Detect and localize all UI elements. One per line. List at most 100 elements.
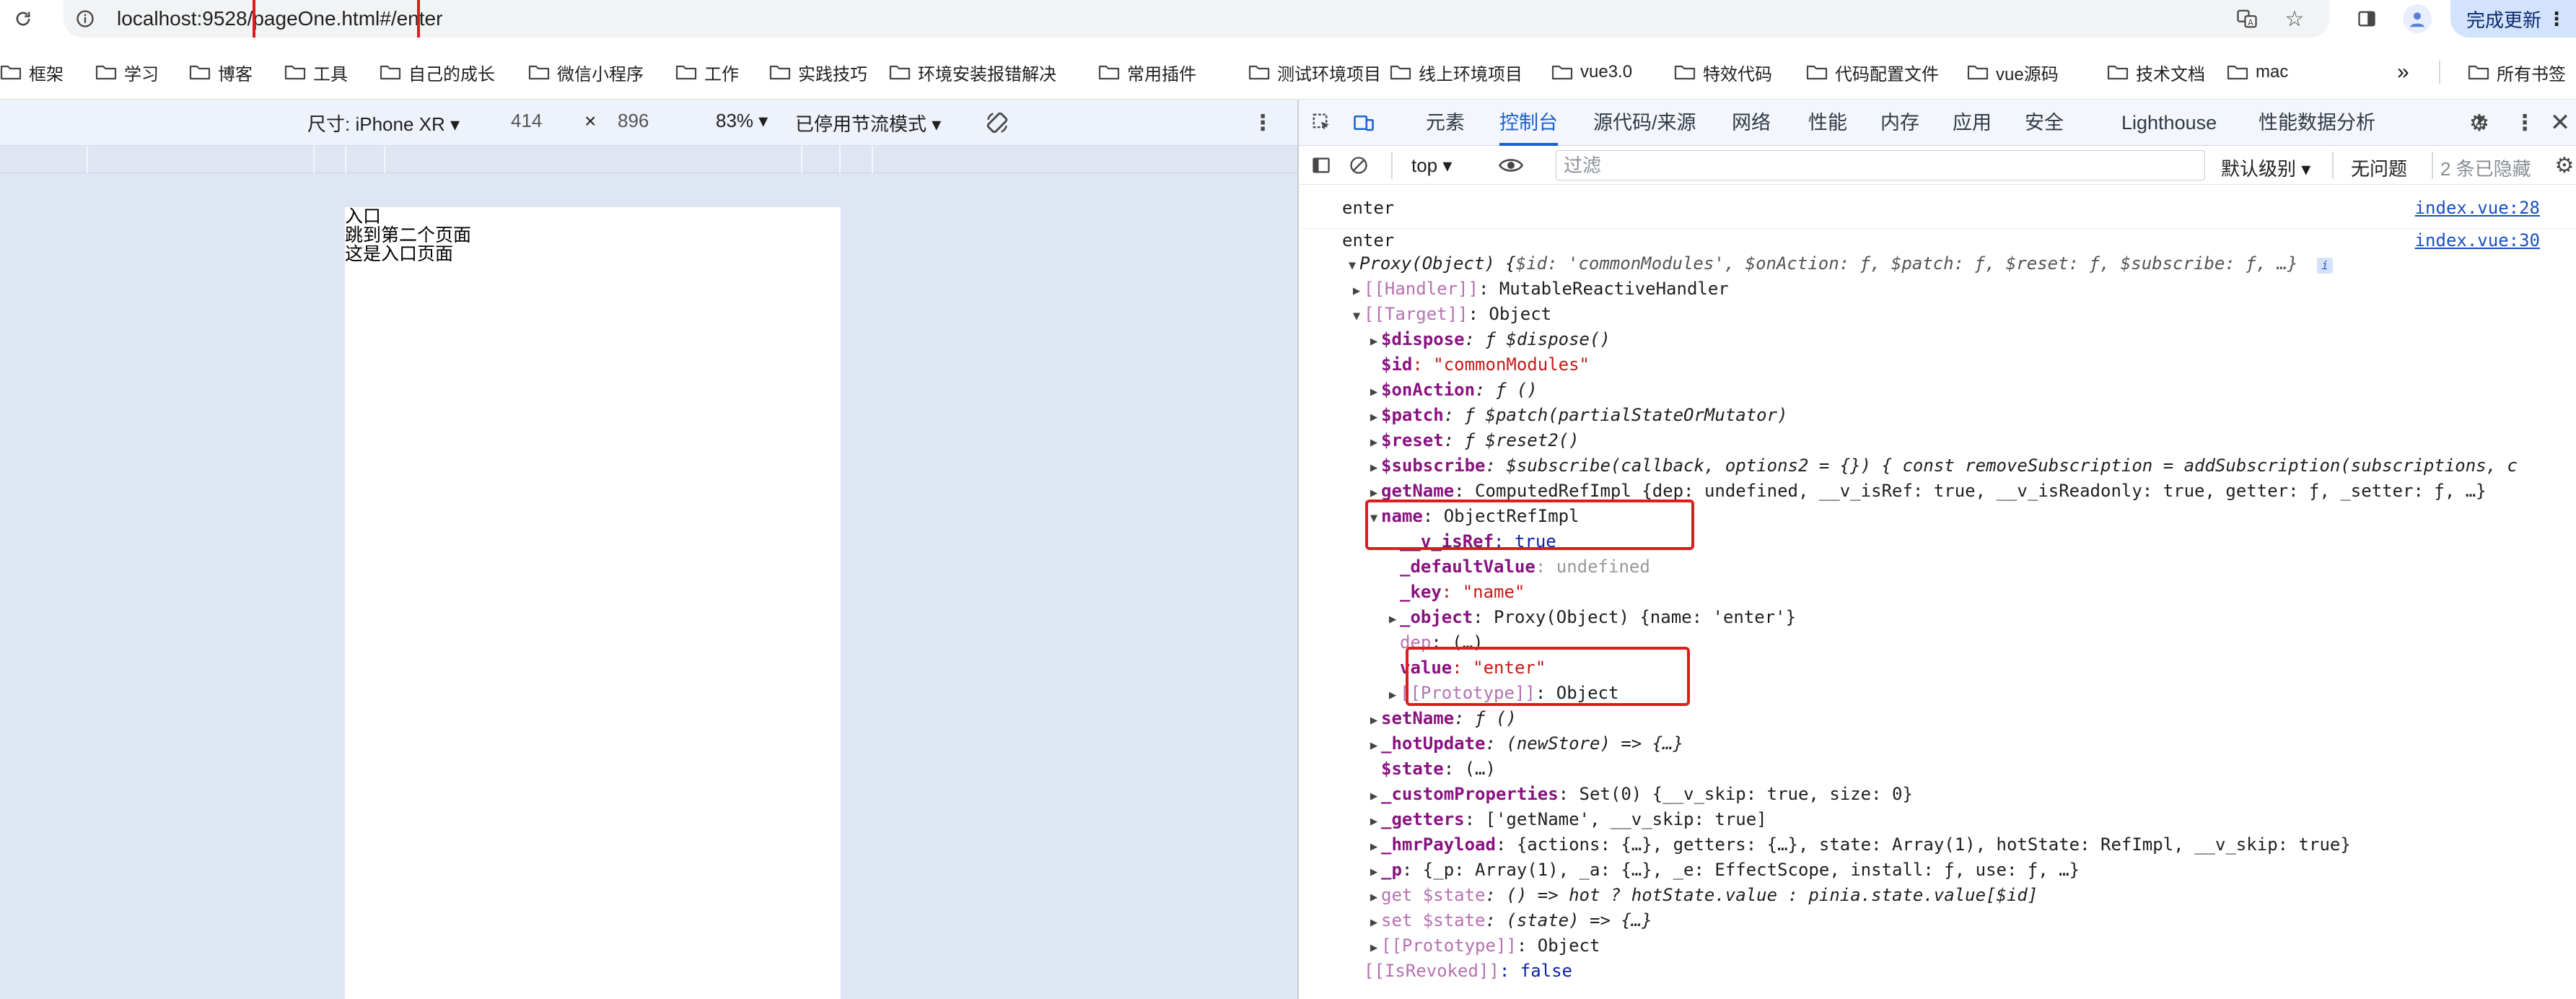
object-property-row[interactable]: ▶ setName: ƒ () bbox=[1367, 706, 1517, 731]
throttle-select[interactable]: 已停用节流模式 ▾ bbox=[795, 110, 941, 136]
collapsed-triangle-icon[interactable]: ▶ bbox=[1367, 834, 1381, 860]
console-message-text: enter bbox=[1342, 198, 1395, 218]
devtools-tab[interactable]: 性能数据分析 bbox=[2259, 100, 2375, 146]
side-panel-icon[interactable] bbox=[2354, 6, 2380, 32]
collapsed-triangle-icon[interactable]: ▶ bbox=[1385, 683, 1400, 708]
bookmark-folder[interactable]: 代码配置文件 bbox=[1806, 58, 1939, 87]
object-property-row[interactable]: ▶ get $state: () => hot ? hotState.value … bbox=[1367, 883, 2038, 908]
collapsed-triangle-icon[interactable]: ▶ bbox=[1367, 860, 1381, 885]
console-source-link[interactable]: index.vue:30 bbox=[2415, 228, 2540, 253]
devtools-tab[interactable]: 安全 bbox=[2025, 100, 2064, 146]
bookmark-folder[interactable]: 常用插件 bbox=[1098, 58, 1196, 87]
collapsed-triangle-icon[interactable]: ▶ bbox=[1367, 405, 1381, 430]
sidebar-toggle-icon[interactable] bbox=[1309, 153, 1333, 178]
collapsed-triangle-icon[interactable]: ▶ bbox=[1367, 455, 1381, 481]
console-filter-input[interactable]: 过滤 bbox=[1556, 150, 2205, 180]
expanded-triangle-icon[interactable]: ▼ bbox=[1349, 304, 1364, 329]
console-source-link[interactable]: index.vue:28 bbox=[2415, 196, 2540, 221]
site-info-icon[interactable] bbox=[72, 6, 98, 32]
device-size-select[interactable]: 尺寸: iPhone XR ▾ bbox=[307, 110, 460, 136]
close-devtools-icon[interactable]: ✕ bbox=[2546, 108, 2575, 137]
collapsed-triangle-icon[interactable]: ▶ bbox=[1367, 733, 1381, 759]
object-property-row[interactable]: ▶ _p: {_p: Array(1), _a: {…}, _e: EffectS… bbox=[1367, 858, 2080, 883]
all-bookmarks-folder[interactable]: 所有书签 bbox=[2468, 58, 2566, 87]
bookmark-folder[interactable]: mac bbox=[2227, 58, 2288, 87]
object-property-row[interactable]: ▶ [[Prototype]]: Object bbox=[1367, 933, 1600, 959]
object-property-row[interactable]: ▶ _object: Proxy(Object) {name: 'enter'} bbox=[1385, 605, 1796, 630]
devtools-tab[interactable]: 源代码/来源 bbox=[1593, 100, 1696, 146]
folder-icon bbox=[1674, 64, 1696, 80]
proxy-object-header[interactable]: ▼ Proxy(Object) {$id: 'commonModules', $o… bbox=[1345, 251, 2333, 276]
bookmark-folder[interactable]: 框架 bbox=[0, 58, 63, 87]
zoom-select[interactable]: 83% ▾ bbox=[716, 110, 768, 132]
bookmark-folder[interactable]: 工作 bbox=[675, 58, 739, 87]
object-property-row[interactable]: ▶ [[Handler]]: MutableReactiveHandler bbox=[1349, 276, 1729, 302]
avatar[interactable] bbox=[2403, 4, 2432, 33]
devtools-tab[interactable]: 元素 bbox=[1426, 100, 1465, 146]
object-property-row[interactable]: ▶ $subscribe: $subscribe(callback, option… bbox=[1367, 453, 2518, 479]
devtools-tab[interactable]: 控制台 bbox=[1499, 100, 1558, 146]
collapsed-triangle-icon[interactable]: ▶ bbox=[1367, 885, 1381, 910]
object-property-row[interactable]: ▶ _customProperties: Set(0) {__v_skip: tr… bbox=[1367, 782, 1913, 807]
object-property-row[interactable]: ▼ [[Target]]: Object bbox=[1349, 302, 1551, 327]
context-select[interactable]: top ▾ bbox=[1411, 154, 1452, 177]
object-property-row[interactable]: ▶ set $state: (state) => {…} bbox=[1367, 908, 1652, 933]
bookmark-folder[interactable]: 线上环境项目 bbox=[1390, 58, 1523, 87]
bookmark-folder[interactable]: 测试环境项目 bbox=[1248, 58, 1381, 87]
console-settings-icon[interactable]: ⚙ bbox=[2551, 152, 2576, 179]
rotate-icon[interactable] bbox=[983, 108, 1012, 137]
device-width-input[interactable]: 414 bbox=[511, 110, 542, 132]
bookmark-folder[interactable]: vue3.0 bbox=[1551, 58, 1632, 87]
reload-icon[interactable] bbox=[10, 6, 36, 32]
inspect-element-icon[interactable] bbox=[1309, 110, 1335, 136]
devtools-tab[interactable]: 应用 bbox=[1953, 100, 1992, 146]
device-toggle-icon[interactable] bbox=[1351, 110, 1377, 136]
object-property-row[interactable]: ▶ $patch: ƒ $patch(partialStateOrMutator) bbox=[1367, 403, 1788, 428]
live-expression-eye-icon[interactable] bbox=[1497, 153, 1525, 178]
object-property-row[interactable]: ▶ _hotUpdate: (newStore) => {…} bbox=[1367, 731, 1683, 756]
collapsed-triangle-icon[interactable]: ▶ bbox=[1367, 708, 1381, 733]
update-button[interactable]: 完成更新 ⋮ bbox=[2450, 0, 2576, 38]
collapsed-triangle-icon[interactable]: ▶ bbox=[1367, 380, 1381, 405]
devtools-tab[interactable]: 网络 bbox=[1732, 100, 1771, 146]
collapsed-triangle-icon[interactable]: ▶ bbox=[1367, 430, 1381, 455]
star-icon[interactable]: ☆ bbox=[2282, 6, 2308, 32]
collapsed-triangle-icon[interactable]: ▶ bbox=[1349, 279, 1364, 304]
bookmark-folder[interactable]: 技术文档 bbox=[2107, 58, 2205, 87]
bookmark-folder[interactable]: 学习 bbox=[95, 58, 159, 87]
bookmark-folder[interactable]: 实践技巧 bbox=[769, 58, 867, 87]
log-level-select[interactable]: 默认级别 ▾ bbox=[2221, 154, 2310, 181]
bookmark-label: 自己的成长 bbox=[408, 64, 495, 84]
collapsed-triangle-icon[interactable]: ▶ bbox=[1367, 329, 1381, 354]
devtools-settings-icon[interactable]: ⚙ bbox=[2465, 108, 2494, 137]
object-property-row[interactable]: ▶ _hmrPayload: {actions: {…}, getters: {…… bbox=[1367, 832, 2351, 858]
page-link-second[interactable]: 跳到第二个页面 bbox=[345, 226, 471, 245]
bookmark-folder[interactable]: 特效代码 bbox=[1674, 58, 1772, 87]
collapsed-triangle-icon[interactable]: ▶ bbox=[1367, 809, 1381, 834]
object-property-row[interactable]: ▶ $reset: ƒ $reset2() bbox=[1367, 428, 1580, 453]
object-property-row[interactable]: ▶ $onAction: ƒ () bbox=[1367, 378, 1538, 403]
object-property-row[interactable]: ▶ $dispose: ƒ $dispose() bbox=[1367, 327, 1611, 352]
devtools-tab[interactable]: Lighthouse bbox=[2121, 100, 2217, 146]
bookmark-folder[interactable]: 自己的成长 bbox=[380, 58, 495, 87]
translate-icon[interactable]: A bbox=[2234, 6, 2260, 32]
issues-counter[interactable]: 无问题 bbox=[2351, 154, 2407, 181]
bookmark-folder[interactable]: 博客 bbox=[189, 58, 253, 87]
object-property-row[interactable]: ▶ _getters: ['getName', __v_skip: true] bbox=[1367, 807, 1767, 832]
collapsed-triangle-icon[interactable]: ▶ bbox=[1367, 910, 1381, 935]
device-height-input[interactable]: 896 bbox=[618, 110, 649, 132]
bookmark-folder[interactable]: 环境安装报错解决 bbox=[889, 58, 1056, 87]
collapsed-triangle-icon[interactable]: ▶ bbox=[1385, 607, 1400, 632]
bookmark-folder[interactable]: 微信小程序 bbox=[528, 58, 644, 87]
devtools-tab[interactable]: 内存 bbox=[1880, 100, 1919, 146]
devtools-more-icon[interactable]: ⋮ bbox=[2514, 108, 2536, 137]
device-more-icon[interactable]: ⋮ bbox=[1250, 108, 1276, 137]
clear-console-icon[interactable] bbox=[1346, 153, 1371, 178]
bookmarks-overflow-button[interactable]: » bbox=[2397, 58, 2409, 87]
bookmark-folder[interactable]: vue源码 bbox=[1967, 58, 2059, 87]
folder-icon bbox=[889, 64, 911, 80]
collapsed-triangle-icon[interactable]: ▶ bbox=[1367, 784, 1381, 809]
bookmark-folder[interactable]: 工具 bbox=[284, 58, 348, 87]
devtools-tab[interactable]: 性能 bbox=[1808, 100, 1847, 146]
collapsed-triangle-icon[interactable]: ▶ bbox=[1367, 935, 1381, 961]
